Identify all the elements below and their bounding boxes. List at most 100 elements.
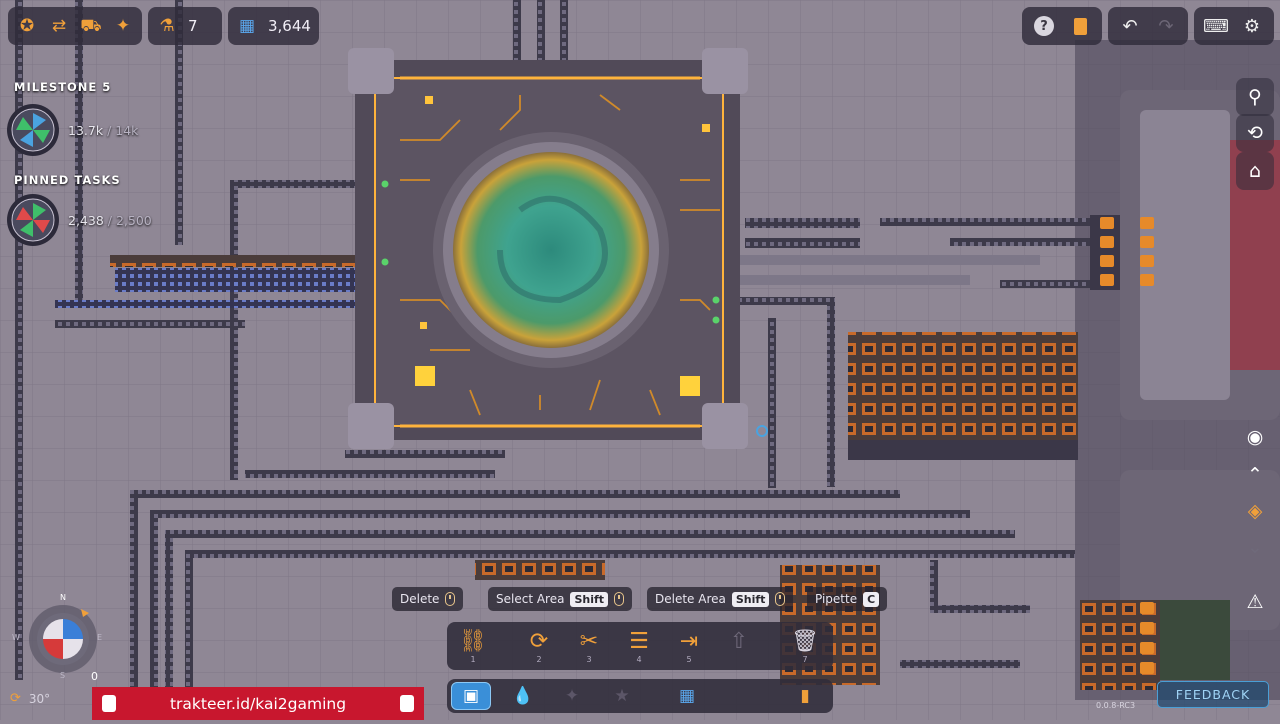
hub [348,48,748,449]
settings-group: ⌨ ⚙ [1194,7,1274,45]
milestones-icon[interactable]: ✪ [16,15,38,37]
warning-icon[interactable]: ⚠ [1236,583,1274,621]
hint-delete-area: Delete Area Shift [647,587,794,611]
achievements-icon[interactable]: ✦ [112,15,134,37]
hint-select-area-label: Select Area [496,592,565,606]
hint-delete-area-label: Delete Area [655,592,726,606]
tool-slot-3[interactable]: ✂ 3 [569,624,609,668]
shapes-icon[interactable]: ⇄ [48,15,70,37]
hint-select-area-key: Shift [570,591,609,607]
trakteer-banner[interactable]: trakteer.id/kai2gaming [92,687,424,720]
milestone-progress-value: 13.7k [68,123,104,138]
blueprint-points-value: 3,644 [268,17,311,35]
tool-slot-number: 1 [470,654,476,664]
tool-slot-4[interactable]: ☰ 4 [619,624,659,668]
pinned-shape-badge[interactable] [7,194,59,246]
compass-north: N [60,593,66,602]
research-points[interactable]: ⚗ 7 [148,7,222,45]
factory-map [0,0,1280,720]
locked-category-icon[interactable]: ✦ [552,682,592,710]
pinned-progress: 2,438 / 2,500 [68,213,152,228]
flask-icon: ⚗ [159,15,175,36]
help-group: ? [1022,7,1102,45]
tool-slot-number: 2 [536,654,542,664]
tool-slot-number: 5 [686,654,692,664]
milestone-shape-badge[interactable] [7,104,59,156]
blueprint-category-icon[interactable]: ▦ [667,682,707,710]
compass-south: S [60,671,66,680]
hint-delete-label: Delete [400,592,440,606]
trash-tool-icon: 🗑 [791,628,819,654]
mouse-right-icon [445,592,456,606]
redo-icon[interactable]: ↷ [1150,10,1182,42]
buildings-category-icon[interactable]: ▣ [451,682,491,710]
wiki-category-icon[interactable]: ▮ [785,682,825,710]
tool-slot-number: 4 [636,654,642,664]
tool-slot-7[interactable]: 🗑 7 [785,624,825,668]
layer-up-icon[interactable]: ⌃ [1236,456,1274,494]
hint-pipette-key: C [863,591,880,607]
rotator-tool-icon: ⟳ [529,628,549,654]
eye-icon[interactable]: ◉ [1236,418,1274,456]
compass[interactable]: N E S W [12,593,105,680]
locate-icon[interactable]: ⚲ [1236,78,1274,116]
research-points-value: 7 [188,17,198,35]
compass-count: 0 [91,670,98,683]
menu-icons-group: ✪ ⇄ ⛟ ✦ [8,7,142,45]
stacker-tool-icon: ☰ [629,628,649,654]
wiki-icon[interactable] [1064,10,1096,42]
tool-slot-6[interactable]: ⇧ 6 [719,624,759,668]
milestone-progress-total: / 14k [107,123,139,138]
hint-pipette: Pipette C [807,587,888,611]
tool-slot-2[interactable]: ⟳ 2 [519,624,559,668]
pinned-shape-icon [11,198,55,242]
help-icon[interactable]: ? [1028,10,1060,42]
compass-west: W [12,633,20,642]
feedback-button[interactable]: FEEDBACK [1157,681,1269,708]
rotation-angle: 30° [28,691,51,706]
hint-delete: Delete [392,587,464,611]
pinned-progress-value: 2,438 [68,213,104,228]
blueprint-points[interactable]: ▦ 3,644 [228,7,319,45]
layers-icon[interactable]: ◈ [1236,492,1274,530]
milestone-shape-icon [11,108,55,152]
hint-delete-area-key: Shift [731,591,770,607]
tool-slot-5[interactable]: ⇥ 5 [669,624,709,668]
mouse-right-icon [775,592,786,606]
pinned-progress-total: / 2,500 [107,213,152,228]
hint-pipette-label: Pipette [815,592,858,606]
shop-icon[interactable]: ⛟ [80,15,102,37]
keyboard-icon[interactable]: ⌨ [1200,10,1232,42]
history-group: ↶ ↷ [1108,7,1188,45]
undo-icon[interactable]: ↶ [1114,10,1146,42]
mouse-left-icon [614,592,625,606]
top-right-controls: ? ↶ ↷ ⌨ ⚙ [1022,7,1274,45]
blueprint-icon: ▦ [238,15,256,36]
belt-tool-icon: ⛓ [459,628,487,654]
compass-dial [29,605,97,673]
tool-slot-1[interactable]: ⛓ 1 [453,624,493,668]
building-toolbar: ⛓ 1 ⟳ 2 ✂ 3 ☰ 4 ⇥ 5 ⇧ 6 🗑 7 [447,622,833,670]
tool-slot-number: 3 [586,654,592,664]
home-icon[interactable]: ⌂ [1236,152,1274,190]
fluids-category-icon[interactable]: 💧 [503,682,543,710]
game-world[interactable] [0,0,1280,720]
history-icon[interactable]: ⟲ [1236,114,1274,152]
cutter-tool-icon: ✂ [579,628,599,654]
layer-down-icon[interactable]: ⌄ [1236,528,1274,566]
gear-icon[interactable]: ⚙ [1236,10,1268,42]
painter-tool-icon: ⇥ [679,628,699,654]
milestone-label: MILESTONE 5 [14,80,112,94]
pinned-tasks-label: PINNED TASKS [14,173,121,187]
hint-select-area: Select Area Shift [488,587,633,611]
milestone-progress: 13.7k / 14k [68,123,138,138]
top-resources-bar: ✪ ⇄ ⛟ ✦ ⚗ 7 ▦ 3,644 [8,7,319,45]
cup-icon [400,695,414,712]
rotation-indicator: ⟳ 30° [10,691,50,706]
trakteer-link[interactable]: trakteer.id/kai2gaming [170,695,346,713]
compass-east: E [97,633,103,642]
version-label: 0.0.8-RC3 [1096,701,1136,710]
category-bar: ▣ 💧 ✦ ★ ▦ ▮ [447,679,833,713]
rotation-icon: ⟳ [10,691,21,706]
locked-category-icon-2[interactable]: ★ [602,682,642,710]
